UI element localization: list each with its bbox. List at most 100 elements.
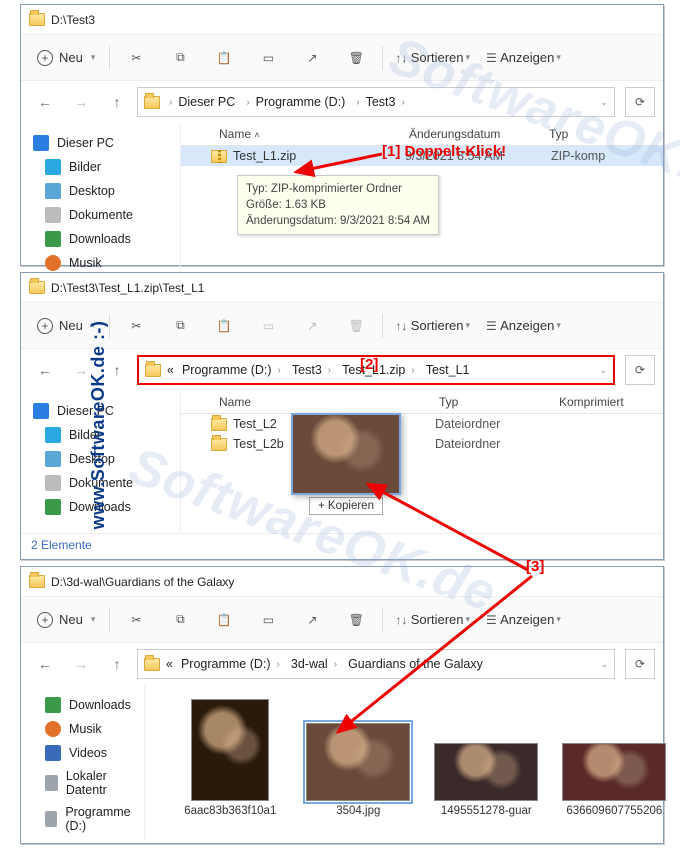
col-komp[interactable]: Komprimiert <box>551 395 632 409</box>
file-item[interactable]: 1495551278-guar <box>431 743 541 817</box>
copy-button[interactable]: ⧉ <box>158 40 202 76</box>
back-button[interactable]: ← <box>29 648 61 680</box>
paste-button[interactable]: 📋 <box>202 308 246 344</box>
window-title: D:\Test3 <box>51 13 95 27</box>
forward-button[interactable]: → <box>65 86 97 118</box>
copy-icon: ⧉ <box>176 50 185 65</box>
paste-button[interactable]: 📋 <box>202 40 246 76</box>
desktop-icon <box>45 183 61 199</box>
file-item[interactable]: 3504.jpg <box>303 723 413 817</box>
folder-icon <box>29 281 45 294</box>
delete-button[interactable]: 🗑 <box>334 40 378 76</box>
address-bar[interactable]: « Programme (D:)› 3d-wal› Guardians of t… <box>137 649 615 679</box>
col-type[interactable]: Typ <box>431 395 551 409</box>
sidebar-item-dokumente[interactable]: Dokumente <box>25 203 176 227</box>
sidebar-item-pc[interactable]: Dieser PC <box>25 131 176 155</box>
file-item[interactable]: 636609607755206 <box>559 743 669 817</box>
copy-button[interactable]: ⧉ <box>158 602 202 638</box>
plus-icon: + <box>37 50 53 66</box>
back-button[interactable]: ← <box>29 354 61 386</box>
titlebar[interactable]: D:\3d-wal\Guardians of the Galaxy <box>21 567 663 597</box>
sidebar-item-downloads[interactable]: Downloads <box>25 227 176 251</box>
share-button[interactable]: ↗ <box>290 308 334 344</box>
refresh-button[interactable]: ⟳ <box>625 649 655 679</box>
thumbnail <box>562 743 666 801</box>
sidebar-item-musik[interactable]: Musik <box>25 717 140 741</box>
toolbar: + Neu ▾ ✂ ⧉ 📋 ▭ ↗ 🗑 ↑↓ Sortieren▾ ☰ Anze… <box>21 35 663 81</box>
file-item[interactable]: 6aac83b363f10a1 <box>175 699 285 817</box>
view-button[interactable]: ☰ Anzeigen▾ <box>478 308 569 344</box>
sort-button[interactable]: ↑↓ Sortieren▾ <box>387 40 478 76</box>
chevron-down-icon[interactable]: ⌄ <box>599 365 607 376</box>
refresh-button[interactable]: ⟳ <box>625 87 655 117</box>
cut-button[interactable]: ✂ <box>114 40 158 76</box>
copy-button[interactable]: ⧉ <box>158 308 202 344</box>
chevron-down-icon[interactable]: ⌄ <box>600 97 608 108</box>
share-button[interactable]: ↗ <box>290 40 334 76</box>
window-title: D:\Test3\Test_L1.zip\Test_L1 <box>51 281 204 295</box>
drag-ghost: + Kopieren <box>291 413 401 515</box>
trash-icon: 🗑 <box>349 51 364 65</box>
sort-button[interactable]: ↑↓ Sortieren▾ <box>387 602 478 638</box>
pc-icon <box>33 135 49 151</box>
cut-button[interactable]: ✂ <box>114 602 158 638</box>
folder-icon <box>144 96 160 109</box>
folder-row[interactable]: Test_L2b Dateiordner <box>181 434 663 454</box>
forward-button[interactable]: → <box>65 648 97 680</box>
sidebar-item-desktop[interactable]: Desktop <box>25 179 176 203</box>
thumbnail <box>434 743 538 801</box>
folder-icon <box>211 438 227 451</box>
clipboard-icon: 📋 <box>217 51 232 65</box>
sidebar-item-lokaler[interactable]: Lokaler Datentr <box>25 765 140 801</box>
window-title: D:\3d-wal\Guardians of the Galaxy <box>51 575 234 589</box>
col-type[interactable]: Typ <box>541 127 576 141</box>
watermark-side: www.SoftwareOK.de :-) <box>88 320 109 529</box>
zip-icon <box>211 150 227 163</box>
chevron-down-icon[interactable]: ⌄ <box>600 659 608 670</box>
new-button[interactable]: +Neu▾ <box>27 602 105 638</box>
sort-button[interactable]: ↑↓ Sortieren▾ <box>387 308 478 344</box>
file-pane[interactable]: 6aac83b363f10a1 3504.jpg 1495551278-guar… <box>145 685 669 839</box>
folder-icon <box>29 575 45 588</box>
view-icon: ☰ <box>486 51 497 65</box>
sidebar-item-bilder[interactable]: Bilder <box>25 155 176 179</box>
download-icon <box>45 231 61 247</box>
share-icon: ↗ <box>307 51 317 65</box>
col-date[interactable]: Änderungsdatum <box>401 127 541 141</box>
explorer-window-2: D:\Test3\Test_L1.zip\Test_L1 +Neu▾ ✂ ⧉ 📋… <box>20 272 664 560</box>
new-button[interactable]: + Neu ▾ <box>27 40 105 76</box>
cut-button[interactable]: ✂ <box>114 308 158 344</box>
rename-button[interactable]: ▭ <box>246 308 290 344</box>
sidebar-item-programme[interactable]: Programme (D:) <box>25 801 140 837</box>
titlebar[interactable]: D:\Test3 <box>21 5 663 35</box>
rename-button[interactable]: ▭ <box>246 40 290 76</box>
sidebar-item-downloads[interactable]: Downloads <box>25 693 140 717</box>
sort-icon: ↑↓ <box>395 51 407 65</box>
rename-button[interactable]: ▭ <box>246 602 290 638</box>
sidebar-item-videos[interactable]: Videos <box>25 741 140 765</box>
file-pane[interactable]: Name Typ Komprimiert Test_L2 Dateiordner… <box>181 391 663 533</box>
folder-row[interactable]: Test_L2 Dateiordner <box>181 414 663 434</box>
delete-button[interactable]: 🗑 <box>334 602 378 638</box>
folder-icon <box>29 13 45 26</box>
address-bar[interactable]: ›Dieser PC ›Programme (D:) ›Test3› ⌄ <box>137 87 615 117</box>
file-pane[interactable]: Name ˄ Änderungsdatum Typ Test_L1.zip 9/… <box>181 123 663 283</box>
delete-button[interactable]: 🗑 <box>334 308 378 344</box>
view-button[interactable]: ☰ Anzeigen▾ <box>478 40 569 76</box>
titlebar[interactable]: D:\Test3\Test_L1.zip\Test_L1 <box>21 273 663 303</box>
refresh-button[interactable]: ⟳ <box>625 355 655 385</box>
col-name[interactable]: Name ˄ <box>211 127 401 141</box>
up-button[interactable]: ↑ <box>101 648 133 680</box>
file-tooltip: Typ: ZIP-komprimierter Ordner Größe: 1.6… <box>237 175 439 235</box>
file-row[interactable]: Test_L1.zip 9/3/2021 8:54 AM ZIP-komp <box>181 146 663 166</box>
back-button[interactable]: ← <box>29 86 61 118</box>
status-bar: 2 Elemente <box>21 533 663 556</box>
address-bar[interactable]: « Programme (D:)› Test3› Test_L1.zip› Te… <box>137 355 615 385</box>
folder-icon <box>144 658 160 671</box>
share-button[interactable]: ↗ <box>290 602 334 638</box>
thumbnail <box>306 723 410 801</box>
view-button[interactable]: ☰ Anzeigen▾ <box>478 602 569 638</box>
col-name[interactable]: Name <box>211 395 431 409</box>
up-button[interactable]: ↑ <box>101 86 133 118</box>
paste-button[interactable]: 📋 <box>202 602 246 638</box>
